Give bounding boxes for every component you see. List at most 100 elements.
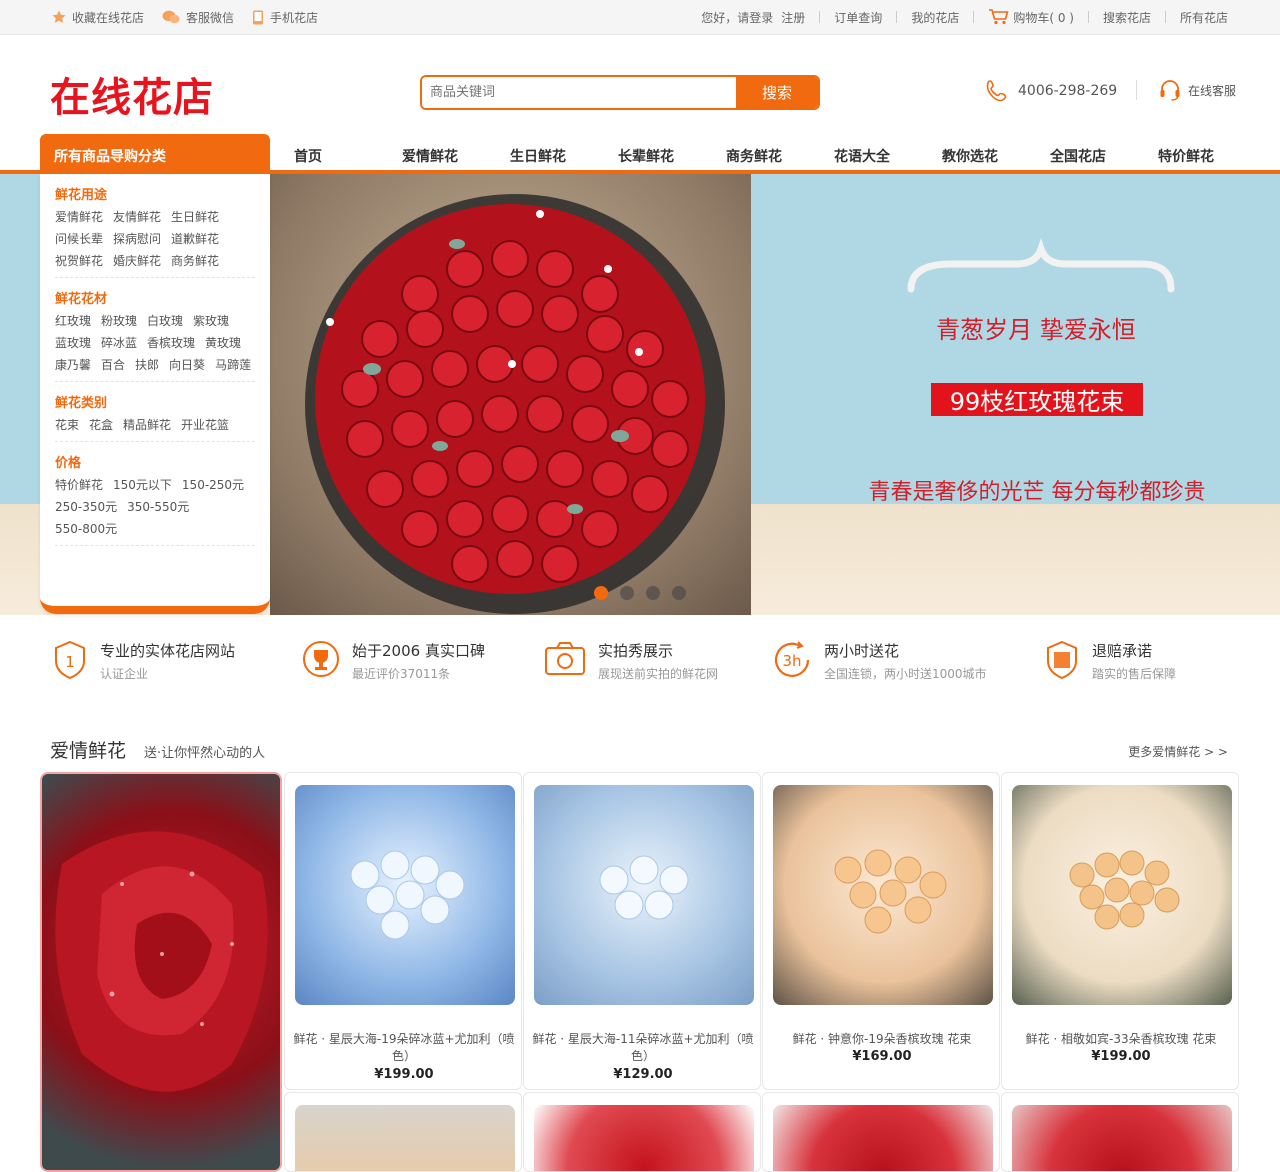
favorite-link[interactable]: 收藏在线花店 bbox=[52, 9, 144, 26]
product-name[interactable]: 鲜花 · 钟意你-19朵香槟玫瑰 花束 bbox=[771, 1031, 993, 1048]
carousel-dot[interactable] bbox=[646, 586, 660, 600]
product-name[interactable]: 鲜花 · 星辰大海-19朵碎冰蓝+尤加利（喷色） bbox=[293, 1031, 515, 1065]
category-link[interactable]: 生日鲜花 bbox=[171, 209, 219, 225]
product-card[interactable]: 鲜花 · 星辰大海-19朵碎冰蓝+尤加利（喷色） ¥199.00 bbox=[284, 772, 522, 1090]
category-link[interactable]: 550-800元 bbox=[55, 521, 117, 537]
site-logo[interactable]: 在线花店 bbox=[50, 73, 230, 121]
category-link[interactable]: 150元以下 bbox=[113, 477, 172, 493]
carousel-dot[interactable] bbox=[620, 586, 634, 600]
register-link[interactable]: 注册 bbox=[781, 9, 805, 26]
product-name[interactable]: 鲜花 · 星辰大海-11朵碎冰蓝+尤加利（喷色） bbox=[532, 1031, 754, 1065]
category-link[interactable]: 马蹄莲 bbox=[215, 357, 251, 373]
all-shops-link[interactable]: 所有花店 bbox=[1180, 9, 1228, 26]
product-card[interactable] bbox=[523, 1092, 761, 1172]
category-link[interactable]: 粉玫瑰 bbox=[101, 313, 137, 329]
banner-product-title: 99枝红玫瑰花束 bbox=[950, 388, 1125, 416]
product-card[interactable] bbox=[762, 1092, 1000, 1172]
nav-item-love[interactable]: 爱情鲜花 bbox=[402, 146, 510, 166]
search-button[interactable]: 搜索 bbox=[736, 77, 818, 108]
product-card[interactable]: 鲜花 · 星辰大海-11朵碎冰蓝+尤加利（喷色） ¥129.00 bbox=[523, 772, 761, 1090]
nav-item-how-to-choose[interactable]: 教你选花 bbox=[942, 146, 1050, 166]
category-link[interactable]: 扶郎 bbox=[135, 357, 159, 373]
divider bbox=[896, 11, 898, 23]
nav-item-national-shops[interactable]: 全国花店 bbox=[1050, 146, 1158, 166]
divider bbox=[1087, 11, 1089, 23]
category-heading: 鲜花用途 bbox=[55, 188, 108, 203]
category-link[interactable]: 爱情鲜花 bbox=[55, 209, 103, 225]
nav-item-home[interactable]: 首页 bbox=[294, 146, 402, 166]
category-link[interactable]: 花束 bbox=[55, 417, 79, 433]
product-card[interactable] bbox=[1001, 1092, 1239, 1172]
carousel-dot[interactable] bbox=[594, 586, 608, 600]
carousel-dot[interactable] bbox=[672, 586, 686, 600]
category-link[interactable]: 250-350元 bbox=[55, 499, 117, 515]
mobile-shop-label: 手机花店 bbox=[270, 10, 319, 25]
product-name[interactable]: 鲜花 · 相敬如宾-33朵香槟玫瑰 花束 bbox=[1010, 1031, 1232, 1048]
divider bbox=[1164, 11, 1166, 23]
category-link[interactable]: 350-550元 bbox=[127, 499, 189, 515]
category-link[interactable]: 150-250元 bbox=[182, 477, 244, 493]
product-image[interactable] bbox=[534, 1105, 754, 1171]
wechat-link[interactable]: 客服微信 bbox=[162, 9, 234, 26]
category-link[interactable]: 探病慰问 bbox=[113, 231, 161, 247]
nav-item-specials[interactable]: 特价鲜花 bbox=[1158, 146, 1266, 166]
product-image[interactable] bbox=[1012, 785, 1232, 1005]
category-link[interactable]: 问候长辈 bbox=[55, 231, 103, 247]
product-image[interactable] bbox=[295, 1105, 515, 1171]
nav-item-flower-language[interactable]: 花语大全 bbox=[834, 146, 942, 166]
category-link[interactable]: 特价鲜花 bbox=[55, 477, 103, 493]
category-link[interactable]: 开业花篮 bbox=[181, 417, 229, 433]
cart-link[interactable]: 购物车( 0 ) bbox=[988, 9, 1074, 26]
category-link[interactable]: 百合 bbox=[101, 357, 125, 373]
category-link[interactable]: 友情鲜花 bbox=[113, 209, 161, 225]
login-link[interactable]: 您好，请登录 bbox=[701, 9, 773, 26]
category-link[interactable]: 香槟玫瑰 bbox=[147, 335, 195, 351]
product-card[interactable]: 鲜花 · 相敬如宾-33朵香槟玫瑰 花束 ¥199.00 bbox=[1001, 772, 1239, 1090]
my-shop-link[interactable]: 我的花店 bbox=[911, 9, 959, 26]
order-query-link[interactable]: 订单查询 bbox=[834, 9, 882, 26]
product-image[interactable] bbox=[534, 785, 754, 1005]
search-shop-link[interactable]: 搜索花店 bbox=[1103, 9, 1151, 26]
product-card[interactable]: 鲜花 · 钟意你-19朵香槟玫瑰 花束 ¥169.00 bbox=[762, 772, 1000, 1090]
category-link[interactable]: 红玫瑰 bbox=[55, 313, 91, 329]
category-link[interactable]: 蓝玫瑰 bbox=[55, 335, 91, 351]
mobile-shop-link[interactable]: 手机花店 bbox=[252, 9, 318, 26]
category-link[interactable]: 精品鲜花 bbox=[123, 417, 171, 433]
search-box: 搜索 bbox=[420, 75, 820, 110]
feature-subtitle: 认证企业 bbox=[100, 667, 149, 681]
category-link[interactable]: 婚庆鲜花 bbox=[113, 253, 161, 269]
category-link[interactable]: 道歉鲜花 bbox=[171, 231, 219, 247]
product-card[interactable] bbox=[284, 1092, 522, 1172]
category-link[interactable]: 祝贺鲜花 bbox=[55, 253, 103, 269]
nav-item-elders[interactable]: 长辈鲜花 bbox=[618, 146, 726, 166]
category-link[interactable]: 花盒 bbox=[89, 417, 113, 433]
feature-subtitle: 最近评价37011条 bbox=[352, 667, 451, 681]
category-link[interactable]: 康乃馨 bbox=[55, 357, 91, 373]
banner-copy: 青葱岁月 挚爱永恒 99枝红玫瑰花束 青春是奢侈的光芒 每分每秒都珍贵 bbox=[751, 174, 1280, 615]
nav-item-business[interactable]: 商务鲜花 bbox=[726, 146, 834, 166]
banner-slogan-1: 青葱岁月 挚爱永恒 bbox=[936, 316, 1136, 344]
3h-clock-icon: 3h bbox=[774, 641, 810, 677]
search-input[interactable] bbox=[422, 77, 736, 108]
more-love-flowers-link[interactable]: 更多爱情鲜花 > > bbox=[1128, 743, 1228, 760]
category-menu-title[interactable]: 所有商品导购分类 bbox=[40, 134, 270, 174]
online-service-link[interactable]: 在线客服 bbox=[1158, 78, 1236, 102]
star-icon bbox=[52, 10, 66, 23]
product-price: ¥199.00 bbox=[1091, 1049, 1151, 1064]
category-link[interactable]: 紫玫瑰 bbox=[193, 313, 229, 329]
product-image[interactable] bbox=[1012, 1105, 1232, 1171]
category-link[interactable]: 白玫瑰 bbox=[147, 313, 183, 329]
category-link[interactable]: 黄玫瑰 bbox=[205, 335, 241, 351]
banner-slogan-2: 青春是奢侈的光芒 每分每秒都珍贵 bbox=[869, 480, 1206, 505]
product-image[interactable] bbox=[295, 785, 515, 1005]
nav-item-birthday[interactable]: 生日鲜花 bbox=[510, 146, 618, 166]
product-price: ¥199.00 bbox=[374, 1067, 434, 1082]
product-image[interactable] bbox=[773, 785, 993, 1005]
category-link[interactable]: 商务鲜花 bbox=[171, 253, 219, 269]
feature-title: 两小时送花 bbox=[824, 642, 900, 660]
category-link[interactable]: 向日葵 bbox=[169, 357, 205, 373]
category-link[interactable]: 碎冰蓝 bbox=[101, 335, 137, 351]
section-feature-image[interactable] bbox=[40, 772, 282, 1172]
trophy-icon bbox=[303, 641, 339, 677]
product-image[interactable] bbox=[773, 1105, 993, 1171]
